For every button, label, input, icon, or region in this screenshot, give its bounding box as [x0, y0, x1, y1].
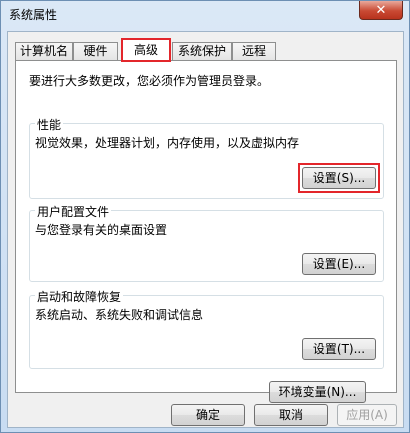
- title-bar[interactable]: 系统属性 ✕: [1, 1, 409, 31]
- dialog-client-area: 计算机名 硬件 高级 系统保护 远程 要进行大多数更改，您必须作为管理员登录。 …: [7, 31, 404, 428]
- system-properties-window: 系统属性 ✕ 计算机名 硬件 高级 系统保护 远程 要进行大多数更改，您必须作为…: [0, 0, 410, 433]
- ok-button[interactable]: 确定: [171, 404, 245, 426]
- close-icon: ✕: [375, 2, 387, 18]
- performance-group-desc: 视觉效果，处理器计划，内存使用，以及虚拟内存: [35, 136, 300, 150]
- startup-recovery-settings-button[interactable]: 设置(T)...: [302, 338, 376, 360]
- admin-notice: 要进行大多数更改，您必须作为管理员登录。: [29, 74, 270, 88]
- advanced-tab-panel: 要进行大多数更改，您必须作为管理员登录。 性能 视觉效果，处理器计划，内存使用，…: [15, 60, 397, 403]
- environment-variables-button[interactable]: 环境变量(N)...: [269, 381, 366, 403]
- user-profiles-settings-button[interactable]: 设置(E)...: [302, 253, 376, 275]
- performance-group: 性能 视觉效果，处理器计划，内存使用，以及虚拟内存 设置(S)...: [29, 116, 384, 199]
- tab-advanced[interactable]: 高级: [121, 39, 171, 62]
- tab-computer-name[interactable]: 计算机名: [15, 42, 73, 61]
- performance-group-title: 性能: [35, 116, 64, 133]
- startup-recovery-group-desc: 系统启动、系统失败和调试信息: [35, 308, 204, 322]
- cancel-button[interactable]: 取消: [254, 404, 328, 426]
- startup-recovery-group: 启动和故障恢复 系统启动、系统失败和调试信息 设置(T)...: [29, 288, 384, 369]
- window-title: 系统属性: [9, 8, 58, 22]
- tab-system-protection[interactable]: 系统保护: [172, 42, 232, 61]
- tab-remote[interactable]: 远程: [232, 42, 276, 61]
- user-profiles-group-desc: 与您登录有关的桌面设置: [35, 223, 168, 237]
- performance-settings-button[interactable]: 设置(S)...: [302, 167, 376, 189]
- user-profiles-group: 用户配置文件 与您登录有关的桌面设置 设置(E)...: [29, 203, 384, 282]
- startup-recovery-group-title: 启动和故障恢复: [35, 288, 124, 305]
- close-button[interactable]: ✕: [359, 1, 403, 20]
- tab-hardware[interactable]: 硬件: [73, 42, 118, 61]
- apply-button[interactable]: 应用(A): [337, 404, 397, 426]
- user-profiles-group-title: 用户配置文件: [35, 203, 112, 220]
